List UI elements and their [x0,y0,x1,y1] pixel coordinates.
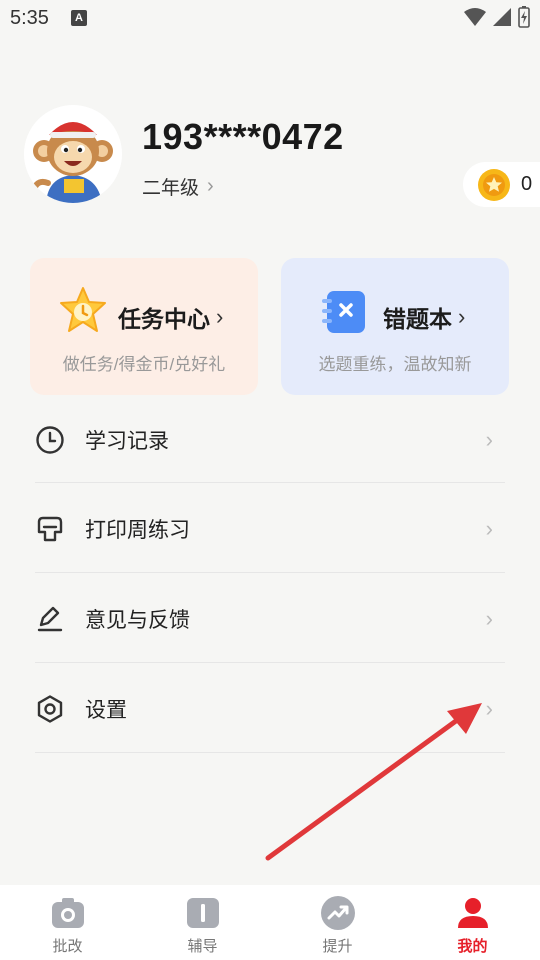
menu-label: 学习记录 [85,430,169,453]
status-bar: 5:35 A [0,0,540,38]
coin-count: 0 [521,173,533,195]
nav-item-correct[interactable]: 批改 [0,885,135,960]
grade-label: 二年级 [142,178,200,199]
divider [35,662,505,663]
my-profile-screen: 5:35 A 193****0472 二年级 › 0 任务中心 › 做任务/得金… [0,0,540,960]
wrong-book-card[interactable]: 错题本 › 选题重练，温故知新 [281,258,509,395]
trend-icon [320,895,356,931]
battery-icon [518,6,530,28]
star-clock-icon [60,287,106,332]
bottom-nav: 批改 辅导 提升 我的 [0,885,540,960]
coin-icon [478,168,510,201]
status-time: 5:35 [10,7,49,29]
print-icon [35,514,65,544]
chevron-right-icon: › [216,304,224,329]
divider [35,752,505,753]
wrong-book-title: 错题本 › [383,304,466,332]
nav-label: 提升 [322,938,353,955]
notification-icon: A [71,10,87,26]
clock-icon [35,425,65,455]
task-center-card[interactable]: 任务中心 › 做任务/得金币/兑好礼 [30,258,258,395]
status-icons [464,6,530,28]
nav-label: 辅导 [187,938,218,955]
menu-item-settings[interactable]: 设置 › [35,664,505,754]
divider [35,572,505,573]
monkey-avatar-icon [24,105,122,203]
task-center-title: 任务中心 › [118,304,224,332]
chevron-right-icon: › [207,175,214,197]
camera-icon [50,895,86,931]
chevron-right-icon: › [485,516,493,541]
chevron-right-icon: › [485,427,493,452]
hexagon-settings-icon [35,694,65,724]
edit-icon [35,604,65,634]
menu-label: 意见与反馈 [85,609,190,632]
divider [35,482,505,483]
book-icon [185,895,221,931]
nav-item-improve[interactable]: 提升 [270,885,405,960]
chevron-right-icon: › [485,696,493,721]
user-phone: 193****0472 [142,116,344,157]
wrong-book-subtitle: 选题重练，温故知新 [318,355,472,374]
notebook-icon [322,291,365,333]
person-icon [455,895,491,931]
chevron-right-icon: › [485,606,493,631]
menu-label: 设置 [85,699,127,722]
menu-item-print-practice[interactable]: 打印周练习 › [35,484,505,574]
avatar[interactable] [24,105,122,203]
signal-icon [493,8,511,26]
menu-item-feedback[interactable]: 意见与反馈 › [35,574,505,664]
coin-balance[interactable]: 0 [463,162,540,207]
chevron-right-icon: › [458,304,466,329]
task-center-subtitle: 做任务/得金币/兑好礼 [62,355,226,374]
nav-label: 我的 [457,938,488,955]
nav-label: 批改 [52,938,83,955]
nav-item-tutor[interactable]: 辅导 [135,885,270,960]
grade-selector[interactable]: 二年级 › [142,173,214,200]
nav-item-mine[interactable]: 我的 [405,885,540,960]
menu-item-study-record[interactable]: 学习记录 › [35,395,505,485]
wifi-icon [464,8,486,26]
menu-label: 打印周练习 [85,519,190,542]
